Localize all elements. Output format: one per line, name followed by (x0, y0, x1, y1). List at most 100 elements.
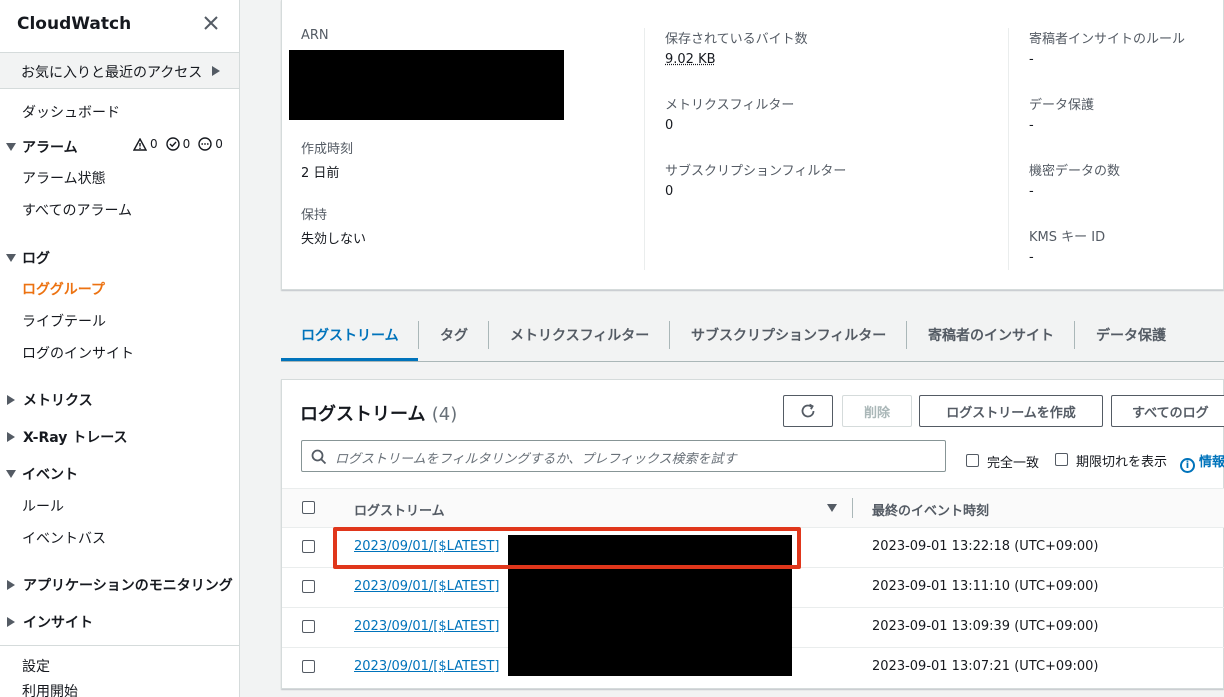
created-label: 作成時刻 (301, 142, 354, 157)
warning-icon (133, 137, 147, 151)
check-circle-icon (165, 137, 180, 151)
ellipsis-circle-icon (198, 137, 212, 151)
sensitive-data-value: - (1029, 184, 1034, 199)
search-all-log-streams-button[interactable]: すべてのログ (1111, 395, 1224, 427)
tab-separator (906, 321, 907, 349)
retention-value: 失効しない (301, 232, 367, 247)
log-stream-filter-input[interactable]: ログストリームをフィルタリングするか、プレフィックス検索を試す (301, 440, 946, 472)
sidebar-section-app-monitoring[interactable]: アプリケーションのモニタリング (6, 575, 233, 595)
info-icon: i (1180, 458, 1195, 473)
log-stream-link[interactable]: 2023/09/01/[$LATEST] (354, 619, 500, 634)
metric-filters-value: 0 (665, 118, 674, 133)
tab-subscription-filters[interactable]: サブスクリプションフィルター (691, 325, 886, 345)
log-stream-link[interactable]: 2023/09/01/[$LATEST] (354, 659, 500, 674)
show-expired-checkbox[interactable] (1055, 453, 1068, 466)
sidebar-section-alarms[interactable]: アラーム (6, 137, 78, 157)
row-checkbox[interactable] (302, 660, 315, 673)
sort-descending-icon[interactable] (827, 504, 837, 512)
alarm-in-alarm-count[interactable]: 0 (133, 137, 158, 151)
sidebar-section-xray[interactable]: X-Ray トレース (6, 427, 128, 447)
exact-match-checkbox[interactable] (966, 454, 979, 467)
select-all-checkbox[interactable] (302, 501, 315, 514)
sidebar-item-all-alarms[interactable]: すべてのアラーム (22, 200, 132, 220)
column-header-log-stream[interactable]: ログストリーム (354, 500, 445, 519)
sidebar-item-dashboard[interactable]: ダッシュボード (22, 102, 120, 122)
stored-bytes-value[interactable]: 9.02 KB (665, 52, 716, 67)
data-protection-value: - (1029, 118, 1034, 133)
sidebar-divider (0, 645, 239, 646)
log-streams-heading: ログストリーム (4) (300, 404, 458, 425)
sidebar-item-rules[interactable]: ルール (22, 496, 64, 516)
sidebar-item-live-tail[interactable]: ライブテール (22, 311, 106, 331)
row-checkbox[interactable] (302, 620, 315, 633)
alarm-insufficient-count[interactable]: 0 (198, 137, 223, 151)
tab-data-protection[interactable]: データ保護 (1096, 325, 1166, 345)
table-header: ログストリーム 最終のイベント時刻 (282, 488, 1224, 528)
logs-section-label: ログ (22, 251, 50, 267)
column-divider (644, 28, 645, 270)
arn-value-redacted (289, 50, 564, 120)
sidebar-item-alarm-state[interactable]: アラーム状態 (22, 168, 106, 188)
sidebar-section-events[interactable]: イベント (6, 464, 78, 484)
column-header-last-event-time[interactable]: 最終のイベント時刻 (872, 500, 989, 519)
tab-tags[interactable]: タグ (440, 325, 468, 345)
info-link[interactable]: i 情報 (1180, 451, 1224, 473)
search-placeholder: ログストリームをフィルタリングするか、プレフィックス検索を試す (335, 452, 737, 467)
tab-separator (669, 321, 670, 349)
refresh-button[interactable] (783, 395, 833, 427)
sidebar-item-logs-insights[interactable]: ログのインサイト (22, 343, 134, 363)
last-event-time: 2023-09-01 13:07:21 (UTC+09:00) (872, 659, 1099, 674)
stored-bytes-label: 保存されているバイト数 (665, 32, 808, 47)
subscription-filters-value: 0 (665, 184, 674, 199)
contributor-rules-label: 寄稿者インサイトのルール (1029, 32, 1186, 47)
refresh-icon (801, 403, 815, 418)
column-divider (1008, 28, 1009, 270)
favorites-recent-access[interactable]: お気に入りと最近のアクセス (0, 52, 239, 89)
tab-contributor-insights[interactable]: 寄稿者のインサイト (928, 325, 1054, 345)
caret-right-icon (212, 66, 220, 76)
search-icon (311, 449, 327, 465)
row-checkbox[interactable] (302, 540, 315, 553)
create-log-stream-button[interactable]: ログストリームを作成 (919, 395, 1103, 427)
kms-key-value: - (1029, 250, 1034, 265)
tab-separator (1074, 321, 1075, 349)
sensitive-data-label: 機密データの数 (1029, 164, 1121, 179)
alarms-section-label: アラーム (22, 140, 78, 156)
data-protection-label: データ保護 (1029, 98, 1095, 113)
favorites-label: お気に入りと最近のアクセス (21, 65, 203, 81)
last-event-time: 2023-09-01 13:11:10 (UTC+09:00) (872, 579, 1099, 594)
caret-right-icon (7, 432, 15, 442)
sidebar-item-log-groups[interactable]: ロググループ (22, 279, 105, 299)
delete-button[interactable]: 削除 (842, 395, 912, 427)
caret-right-icon (7, 580, 15, 590)
column-resizer[interactable] (852, 498, 853, 518)
tab-bar: ログストリーム タグ メトリクスフィルター サブスクリプションフィルター 寄稿者… (281, 316, 1224, 362)
caret-right-icon (7, 395, 15, 405)
sidebar-item-event-buses[interactable]: イベントバス (22, 528, 106, 548)
close-icon[interactable] (200, 12, 222, 34)
exact-match-label: 完全一致 (987, 456, 1040, 471)
arn-label: ARN (301, 28, 329, 43)
tab-separator (418, 321, 419, 349)
sidebar: CloudWatch お気に入りと最近のアクセス ダッシュボード アラーム 0 … (0, 0, 240, 697)
sidebar-section-logs[interactable]: ログ (6, 248, 50, 268)
retention-label: 保持 (301, 208, 328, 223)
highlight-annotation-box (333, 527, 801, 569)
sidebar-title: CloudWatch (17, 14, 132, 34)
tab-separator (488, 321, 489, 349)
tab-metric-filters[interactable]: メトリクスフィルター (510, 325, 649, 345)
row-checkbox[interactable] (302, 580, 315, 593)
alarm-ok-count[interactable]: 0 (165, 137, 190, 151)
caret-down-icon (6, 470, 16, 478)
sidebar-section-metrics[interactable]: メトリクス (6, 390, 93, 410)
log-stream-link[interactable]: 2023/09/01/[$LATEST] (354, 579, 500, 594)
log-group-details-panel: ARN 作成時刻 2 日前 保持 失効しない 保存されているバイト数 9.02 … (281, 0, 1224, 290)
subscription-filters-label: サブスクリプションフィルター (665, 164, 847, 179)
contributor-rules-value: - (1029, 52, 1034, 67)
metric-filters-label: メトリクスフィルター (665, 98, 795, 113)
sidebar-item-settings[interactable]: 設定 (22, 656, 50, 676)
sidebar-section-insights[interactable]: インサイト (6, 612, 93, 632)
sidebar-item-getting-started[interactable]: 利用開始 (22, 681, 78, 697)
tab-log-streams[interactable]: ログストリーム (301, 325, 399, 345)
last-event-time: 2023-09-01 13:22:18 (UTC+09:00) (872, 539, 1099, 554)
